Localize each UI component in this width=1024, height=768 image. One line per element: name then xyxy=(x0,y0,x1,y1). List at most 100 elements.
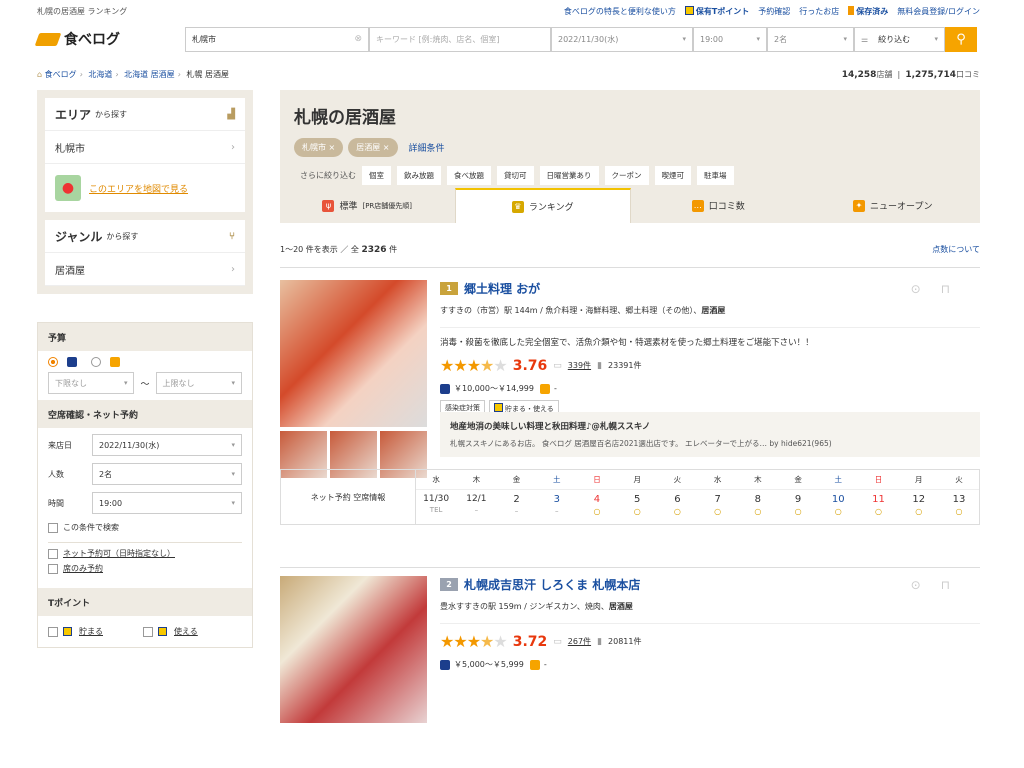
date: 10 xyxy=(831,494,845,505)
calendar-day[interactable]: 水 11/30 TEL xyxy=(416,470,457,524)
link-saved[interactable]: 保存済み xyxy=(848,5,888,17)
calendar-day[interactable]: 月 5 ○ xyxy=(617,470,658,524)
visit-time-select[interactable]: 19:00 ▾ xyxy=(92,492,242,514)
calendar-day[interactable]: 土 3 – xyxy=(536,470,577,524)
date: 12/1 xyxy=(466,494,487,504)
keyword-input[interactable]: キーワード [例:焼肉、店名、個室] xyxy=(369,26,551,52)
link-features[interactable]: 食べログの特長と便利な使い方 xyxy=(564,6,676,17)
weekday: 火 xyxy=(938,470,980,490)
search-condition-checkbox[interactable]: この条件で検索 xyxy=(48,522,242,533)
visit-date-select[interactable]: 2022/11/30(水) ▾ xyxy=(92,434,242,456)
link-visited[interactable]: 行ったお店 xyxy=(799,6,839,17)
budget-min-select[interactable]: 下限なし ▾ xyxy=(48,372,135,394)
net-reserve-checkbox[interactable]: ネット予約可（日時指定なし） xyxy=(48,548,242,559)
checkbox[interactable] xyxy=(48,626,58,637)
area-input[interactable]: 札幌市 ⊗ xyxy=(185,26,369,52)
link-reservations[interactable]: 予約確認 xyxy=(758,6,790,17)
refine-private-hire[interactable]: 貸切可 xyxy=(497,166,534,185)
calendar-day[interactable]: 日 11 ○ xyxy=(858,470,899,524)
chevron-down-icon: ▾ xyxy=(843,35,847,43)
map-link[interactable]: このエリアを地図で見る xyxy=(89,182,188,195)
location-pin-icon[interactable]: ⊙ xyxy=(911,282,941,296)
tab-sublabel: [PR店舗優先順] xyxy=(362,201,413,210)
calendar-day[interactable]: 木 12/1 – xyxy=(456,470,497,524)
logo[interactable]: 食べログ xyxy=(34,29,185,49)
shop-card: 2 札幌成吉思汗 しろくま 札幌本店 ⊙⊓ 豊水すすきの駅 159m / ジンギス… xyxy=(280,568,980,768)
date-select[interactable]: 2022/11/30(水) ▾ xyxy=(551,26,693,52)
refine-parking[interactable]: 駐車場 xyxy=(697,166,734,185)
shop-name-link[interactable]: 郷土料理 おが xyxy=(464,280,540,297)
tab-ranking[interactable]: ♛ ランキング xyxy=(454,188,631,223)
tpoint-use-checkbox[interactable]: 使える xyxy=(143,626,198,637)
budget-max-select[interactable]: 上限なし ▾ xyxy=(155,372,242,394)
calendar-day[interactable]: 土 10 ○ xyxy=(818,470,859,524)
people-select[interactable]: 2名 ▾ xyxy=(767,26,854,52)
refine-coupon[interactable]: クーポン xyxy=(604,166,649,185)
shop-name-link[interactable]: 札幌成吉思汗 しろくま 札幌本店 xyxy=(464,576,640,593)
refine-smoking[interactable]: 喫煙可 xyxy=(654,166,691,185)
checkbox[interactable] xyxy=(143,626,153,637)
checkbox[interactable] xyxy=(48,563,58,574)
map-link-row[interactable]: ● このエリアを地図で見る xyxy=(45,164,245,212)
advanced-conditions-link[interactable]: 詳細条件 xyxy=(409,141,445,154)
checkbox[interactable] xyxy=(48,548,58,559)
tab-standard[interactable]: ψ 標準 [PR店舗優先順] xyxy=(280,188,455,223)
sun-icon xyxy=(529,659,540,670)
people-count-select[interactable]: 2名 ▾ xyxy=(92,463,242,485)
review-count-link[interactable]: 267件 xyxy=(568,636,591,647)
budget-max-value: 上限なし xyxy=(162,378,195,388)
review-count-link[interactable]: 339件 xyxy=(568,360,591,371)
refine-value: 絞り込む xyxy=(878,34,911,44)
chevron-down-icon: ▾ xyxy=(756,35,760,43)
breadcrumb-item[interactable]: 北海道 居酒屋 xyxy=(124,70,175,79)
tag-area[interactable]: 札幌市 × xyxy=(294,138,344,157)
seat-only-checkbox[interactable]: 席のみ予約 xyxy=(48,563,242,574)
calendar-day[interactable]: 金 2 – xyxy=(496,470,537,524)
weekday: 木 xyxy=(456,470,497,490)
refine-all-you-can-drink[interactable]: 飲み放題 xyxy=(397,166,441,185)
breadcrumb-current: 札幌 居酒屋 xyxy=(186,69,229,79)
clear-icon[interactable]: ⊗ xyxy=(354,34,362,44)
time-select[interactable]: 19:00 ▾ xyxy=(693,26,767,52)
shop-info: 1 郷土料理 おが ⊙⊓ すすきの（市営）駅 144m / 魚介料理・海鮮料理、郷… xyxy=(440,280,980,417)
refine-sunday-open[interactable]: 日曜営業あり xyxy=(539,166,599,185)
breadcrumb-item[interactable]: 北海道 xyxy=(88,70,112,79)
people-count-value: 2名 xyxy=(99,469,113,479)
calendar-day[interactable]: 火 13 ○ xyxy=(938,470,980,524)
checkbox[interactable] xyxy=(48,522,58,533)
refine-select[interactable]: ⚌ 絞り込む ▾ xyxy=(854,26,945,52)
tpoint-earn-checkbox[interactable]: 貯まる xyxy=(48,626,103,637)
dinner-radio[interactable] xyxy=(48,357,58,367)
shop-main-photo[interactable] xyxy=(280,576,427,723)
sidebar-item-genre[interactable]: 居酒屋 › xyxy=(45,253,245,286)
link-tpoint[interactable]: 保有Tポイント xyxy=(684,5,749,17)
refine-private-room[interactable]: 個室 xyxy=(362,166,391,185)
sidebar-item-area[interactable]: 札幌市 › xyxy=(45,131,245,164)
bookmark-icon[interactable]: ⊓ xyxy=(941,282,970,296)
area-icon: ▟ xyxy=(227,108,235,120)
shop-main-photo[interactable] xyxy=(280,280,427,427)
divider xyxy=(440,327,980,328)
calendar-day[interactable]: 木 8 ○ xyxy=(737,470,778,524)
breadcrumb-item[interactable]: 食べログ xyxy=(45,70,77,79)
calendar-day[interactable]: 月 12 ○ xyxy=(898,470,939,524)
calendar-day[interactable]: 火 6 ○ xyxy=(657,470,698,524)
tag-genre[interactable]: 居酒屋 × xyxy=(348,138,398,157)
calendar-day[interactable]: 金 9 ○ xyxy=(777,470,819,524)
refine-all-you-can-eat[interactable]: 食べ放題 xyxy=(447,166,491,185)
search-button[interactable]: ⚲ xyxy=(945,26,977,52)
featured-review[interactable]: 地産地消の美味しい料理と秋田料理♪@札幌ススキノ 札幌ススキノにあるお店。 食べ… xyxy=(440,412,980,457)
weekday: 火 xyxy=(657,470,698,490)
bookmark-icon[interactable]: ⊓ xyxy=(941,578,970,592)
location-pin-icon[interactable]: ⊙ xyxy=(911,578,941,592)
tab-reviews[interactable]: … 口コミ数 xyxy=(631,188,806,223)
tab-new-open[interactable]: ✦ ニューオープン xyxy=(805,188,980,223)
lunch-radio[interactable] xyxy=(91,357,101,367)
calendar-day[interactable]: 日 4 ○ xyxy=(576,470,618,524)
link-register-login[interactable]: 無料会員登録/ログイン xyxy=(897,6,980,17)
availability: ○ xyxy=(794,507,802,516)
score-about-link[interactable]: 点数について xyxy=(932,244,980,255)
calendar-day[interactable]: 水 7 ○ xyxy=(697,470,738,524)
shop-actions: ⊙⊓ xyxy=(911,282,970,296)
refine-label: さらに絞り込む xyxy=(300,171,356,180)
